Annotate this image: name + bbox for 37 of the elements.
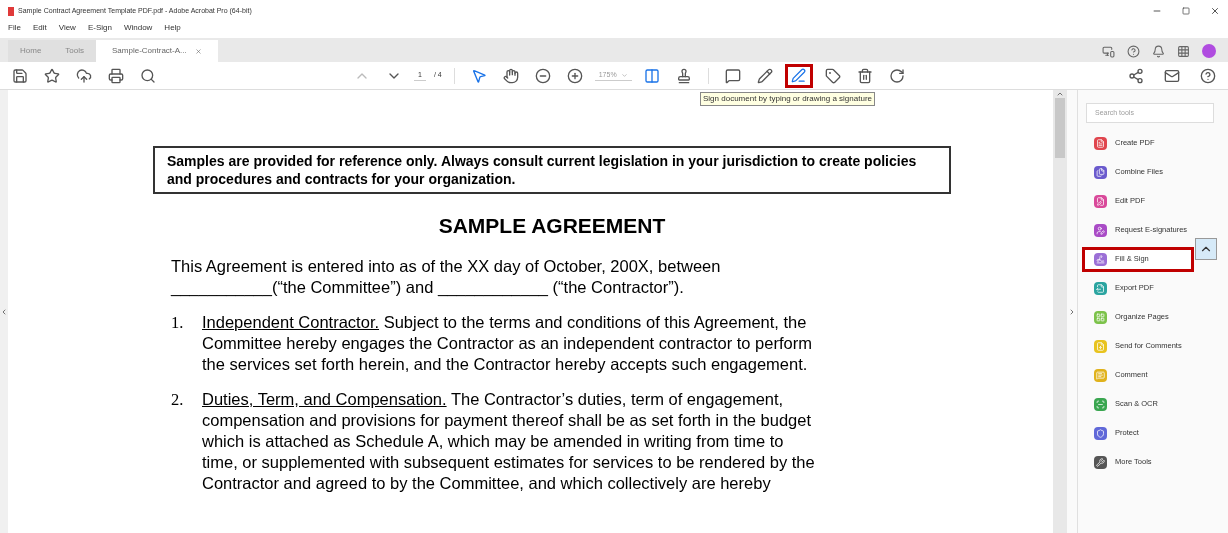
clause-line: compensation and provisions for payment thereof shall be as set forth in the budget <box>202 409 813 431</box>
clause-line: Duties, Term, and Compensation. The Contractor’s duties, term of engagement, <box>202 388 785 410</box>
apps-icon[interactable] <box>1177 44 1190 58</box>
scrollbar-thumb[interactable] <box>1055 98 1065 158</box>
clause-line: Independent Contractor. Subject to the terms and conditions of this Agreement, the <box>202 311 808 333</box>
sign-button[interactable] <box>784 63 813 88</box>
agreement-title: SAMPLE AGREEMENT <box>437 213 667 239</box>
document-tab[interactable]: Sample-Contract-A... <box>96 40 218 62</box>
clause-line: Committee hereby engages the Contractor as an independent contractor to perform <box>202 332 812 354</box>
collapse-left-icon[interactable] <box>0 307 8 316</box>
clause-line: time, or supplemented with subsequent estimates for services to be rendered by the <box>202 451 815 473</box>
pdf-icon <box>8 6 14 16</box>
avatar-icon[interactable] <box>1202 44 1216 58</box>
menu-item[interactable]: Window <box>123 22 153 34</box>
devices-icon[interactable] <box>1102 44 1115 58</box>
item-number: 1. <box>171 311 185 334</box>
menu-item[interactable]: View <box>58 22 76 34</box>
clause-line: which is attached as Schedule A, which may be amended in writing from time to <box>202 430 785 452</box>
intro-line: ___________(“the Committee”) and ____________ (“the Contractor”). <box>171 276 685 298</box>
menu-item[interactable]: Edit <box>32 22 47 34</box>
close-icon[interactable] <box>1210 6 1220 16</box>
tooltip: Sign document by typing or drawing a signature <box>700 92 875 106</box>
notice-box: Samples are provided for reference only. Always consult current legislation in your jurisdiction to create policies and procedures and contracts for your organization. <box>153 146 951 194</box>
scroll-up-icon[interactable] <box>1056 90 1064 98</box>
pen-icon <box>791 68 807 83</box>
clause-line: Contractor and agreed to by the Committee, and which collectively are hereby <box>202 472 772 494</box>
clause-line: the services set forth herein, and the Contractor hereby accepts such engagement. <box>202 353 809 375</box>
intro-line: This Agreement is entered into as of the XX day of October, 200X, between <box>171 255 722 277</box>
help-icon[interactable] <box>1127 44 1140 58</box>
collapse-right-icon[interactable] <box>1068 307 1076 316</box>
bell-icon[interactable] <box>1152 44 1165 58</box>
menu-item[interactable]: File <box>8 22 21 34</box>
menu-item[interactable]: Help <box>164 22 181 34</box>
collapse-panel-icon[interactable] <box>1195 238 1217 260</box>
menu-item[interactable]: E-Sign <box>87 22 112 34</box>
item-number: 2. <box>171 388 185 411</box>
maximize-icon[interactable] <box>1182 7 1190 15</box>
